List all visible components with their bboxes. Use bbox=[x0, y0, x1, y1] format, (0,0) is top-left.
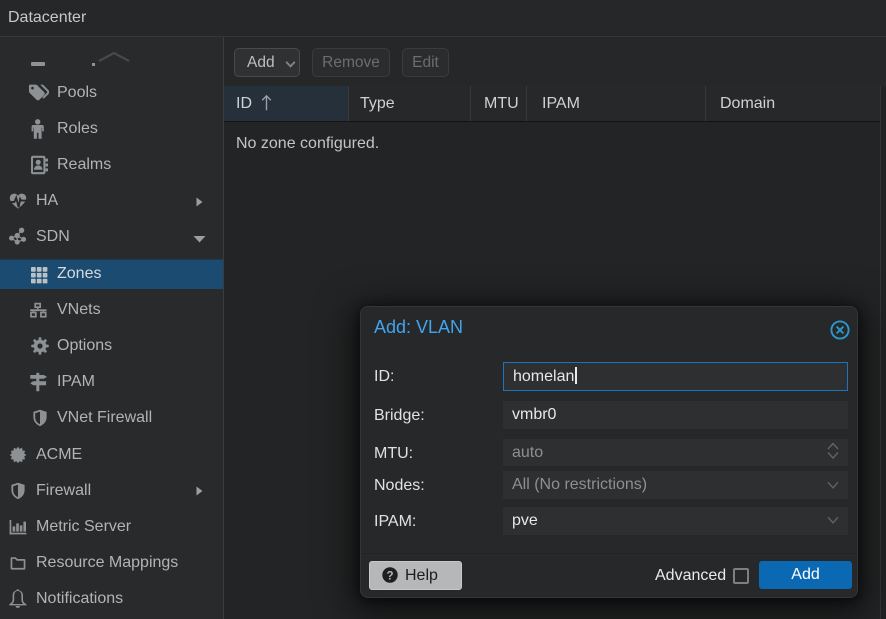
svg-text:?: ? bbox=[386, 570, 393, 582]
